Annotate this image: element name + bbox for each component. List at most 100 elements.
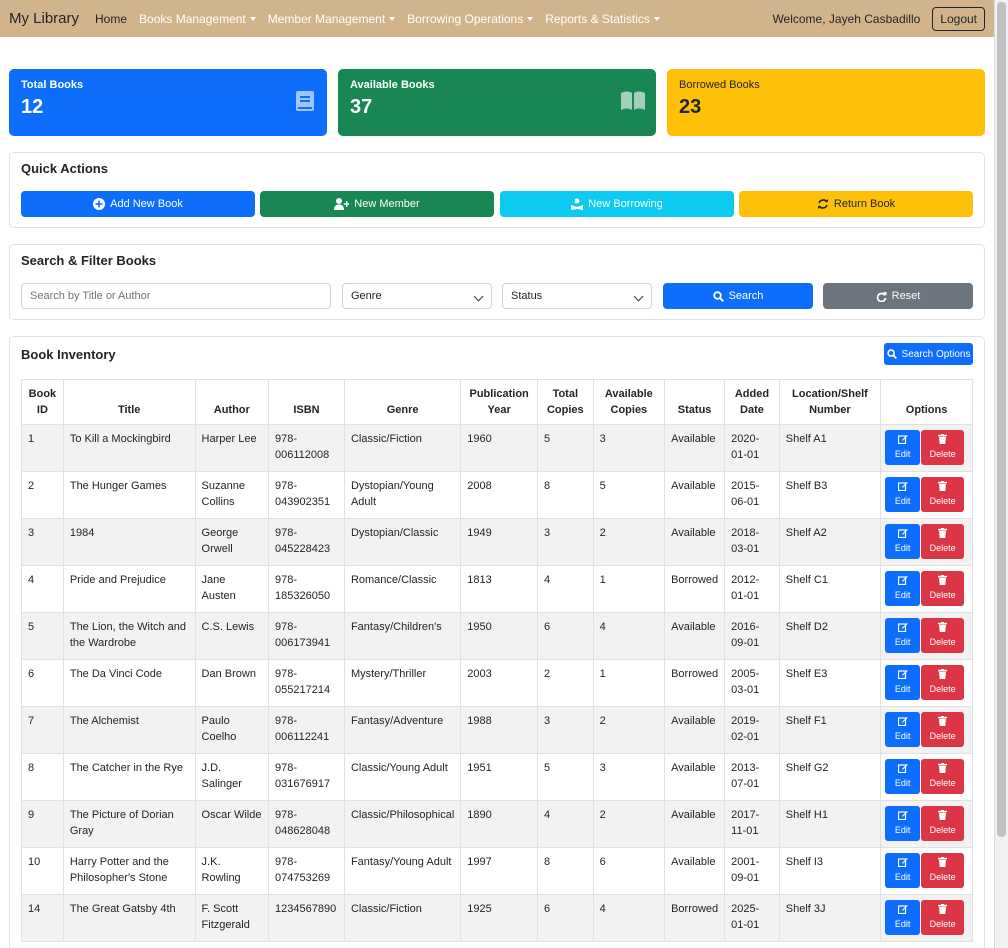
logout-button[interactable]: Logout xyxy=(932,6,985,31)
delete-button[interactable]: Delete xyxy=(921,430,965,465)
cell-author: George Orwell xyxy=(194,518,270,566)
column-header-id[interactable]: Book ID xyxy=(21,379,64,425)
delete-label: Delete xyxy=(929,918,956,929)
delete-button[interactable]: Delete xyxy=(921,524,965,559)
stat-value: 12 xyxy=(21,96,44,118)
cell-id: 7 xyxy=(21,706,64,754)
cell-author: C.S. Lewis xyxy=(194,612,270,660)
cell-available: 2 xyxy=(592,800,666,848)
search-filter-title: Search & Filter Books xyxy=(21,253,157,268)
delete-button[interactable]: Delete xyxy=(921,665,965,700)
book-inventory-table: Book ID Title Author ISBN Genre Publicat… xyxy=(21,379,973,942)
cell-genre: Dystopian/Young Adult xyxy=(343,471,462,519)
nav-label: Books Management xyxy=(139,11,246,26)
cell-added: 2013-07-01 xyxy=(724,753,780,801)
delete-button[interactable]: Delete xyxy=(921,712,965,747)
search-input[interactable]: Search by Title or Author xyxy=(21,283,331,309)
status-select[interactable]: Status xyxy=(502,283,652,309)
nav-label: Reports & Statistics xyxy=(545,11,650,26)
cell-location: Shelf A1 xyxy=(778,424,882,472)
scrollbar-thumb[interactable] xyxy=(997,2,1006,837)
add-new-book-button[interactable]: Add New Book xyxy=(21,191,255,217)
return-book-button[interactable]: Return Book xyxy=(739,191,973,217)
search-options-button[interactable]: Search Options xyxy=(884,343,973,365)
edit-button[interactable]: Edit xyxy=(885,571,921,606)
delete-button[interactable]: Delete xyxy=(921,806,965,841)
delete-label: Delete xyxy=(929,448,956,459)
genre-select[interactable]: Genre xyxy=(342,283,492,309)
nav-reports-statistics[interactable]: Reports & Statistics xyxy=(545,12,660,26)
edit-button[interactable]: Edit xyxy=(885,712,921,747)
column-header-total[interactable]: Total Copies xyxy=(536,379,594,425)
cell-added: 2012-01-01 xyxy=(724,565,780,613)
column-header-year[interactable]: Publication Year xyxy=(460,379,538,425)
cell-title: The Alchemist xyxy=(62,706,196,754)
cell-available: 1 xyxy=(592,565,666,613)
column-header-isbn[interactable]: ISBN xyxy=(268,379,345,425)
column-header-status[interactable]: Status xyxy=(664,379,726,425)
cell-year: 1951 xyxy=(460,753,538,801)
delete-button[interactable]: Delete xyxy=(921,571,965,606)
edit-button[interactable]: Edit xyxy=(885,524,921,559)
cell-id: 2 xyxy=(21,471,64,519)
edit-button[interactable]: Edit xyxy=(885,853,921,888)
reset-button[interactable]: Reset xyxy=(823,283,973,309)
quick-actions-card: Quick Actions Add New Book New Member Ne… xyxy=(9,152,985,228)
cell-status: Borrowed xyxy=(664,659,726,707)
cell-total: 5 xyxy=(536,753,594,801)
cell-isbn: 978-006173941 xyxy=(268,612,345,660)
delete-button[interactable]: Delete xyxy=(921,477,965,512)
edit-button[interactable]: Edit xyxy=(885,618,921,653)
table-row: 7 The Alchemist Paulo Coelho 978-006112241 F… xyxy=(21,706,973,754)
column-header-location[interactable]: Location/Shelf Number xyxy=(778,379,882,425)
cell-location: Shelf E3 xyxy=(778,659,882,707)
brand-logo[interactable]: My Library xyxy=(9,10,79,27)
column-header-added[interactable]: Added Date xyxy=(724,379,780,425)
button-label: New Member xyxy=(354,198,420,210)
trash-icon xyxy=(938,621,948,632)
column-header-author[interactable]: Author xyxy=(194,379,270,425)
cell-author: Harper Lee xyxy=(194,424,270,472)
cell-added: 2017-11-01 xyxy=(724,800,780,848)
column-header-genre[interactable]: Genre xyxy=(343,379,462,425)
column-header-available[interactable]: Available Copies xyxy=(592,379,666,425)
search-button[interactable]: Search xyxy=(663,283,813,309)
cell-total: 2 xyxy=(536,659,594,707)
edit-button[interactable]: Edit xyxy=(885,806,921,841)
edit-button[interactable]: Edit xyxy=(885,430,921,465)
cell-genre: Fantasy/Children's xyxy=(343,612,462,660)
cell-id: 3 xyxy=(21,518,64,566)
cell-location: Shelf G2 xyxy=(778,753,882,801)
new-borrowing-button[interactable]: New Borrowing xyxy=(500,191,734,217)
book-inventory-card: Book Inventory Search Options Book ID Ti… xyxy=(9,336,985,948)
chevron-down-icon xyxy=(473,291,484,302)
delete-label: Delete xyxy=(929,589,956,600)
stat-label: Total Books xyxy=(21,79,84,91)
cell-available: 4 xyxy=(592,612,666,660)
cell-isbn: 978-185326050 xyxy=(268,565,345,613)
edit-button[interactable]: Edit xyxy=(885,665,921,700)
edit-button[interactable]: Edit xyxy=(885,477,921,512)
cell-location: Shelf I3 xyxy=(778,847,882,895)
nav-borrowing-operations[interactable]: Borrowing Operations xyxy=(407,12,534,26)
cell-options: Edit Delete xyxy=(880,706,973,754)
delete-label: Delete xyxy=(929,495,956,506)
delete-button[interactable]: Delete xyxy=(921,900,965,935)
stat-label: Available Books xyxy=(350,79,435,91)
open-book-icon xyxy=(621,91,645,110)
column-header-title[interactable]: Title xyxy=(62,379,196,425)
delete-button[interactable]: Delete xyxy=(921,618,965,653)
trash-icon xyxy=(938,856,948,867)
delete-button[interactable]: Delete xyxy=(921,853,965,888)
edit-icon xyxy=(897,857,908,867)
page-scrollbar[interactable] xyxy=(994,0,1008,948)
delete-button[interactable]: Delete xyxy=(921,759,965,794)
cell-total: 3 xyxy=(536,518,594,566)
nav-books-management[interactable]: Books Management xyxy=(139,12,256,26)
edit-button[interactable]: Edit xyxy=(885,759,921,794)
new-member-button[interactable]: New Member xyxy=(260,191,494,217)
cell-genre: Fantasy/Young Adult xyxy=(343,847,462,895)
edit-button[interactable]: Edit xyxy=(885,900,921,935)
nav-home[interactable]: Home xyxy=(95,12,127,26)
nav-member-management[interactable]: Member Management xyxy=(268,12,396,26)
